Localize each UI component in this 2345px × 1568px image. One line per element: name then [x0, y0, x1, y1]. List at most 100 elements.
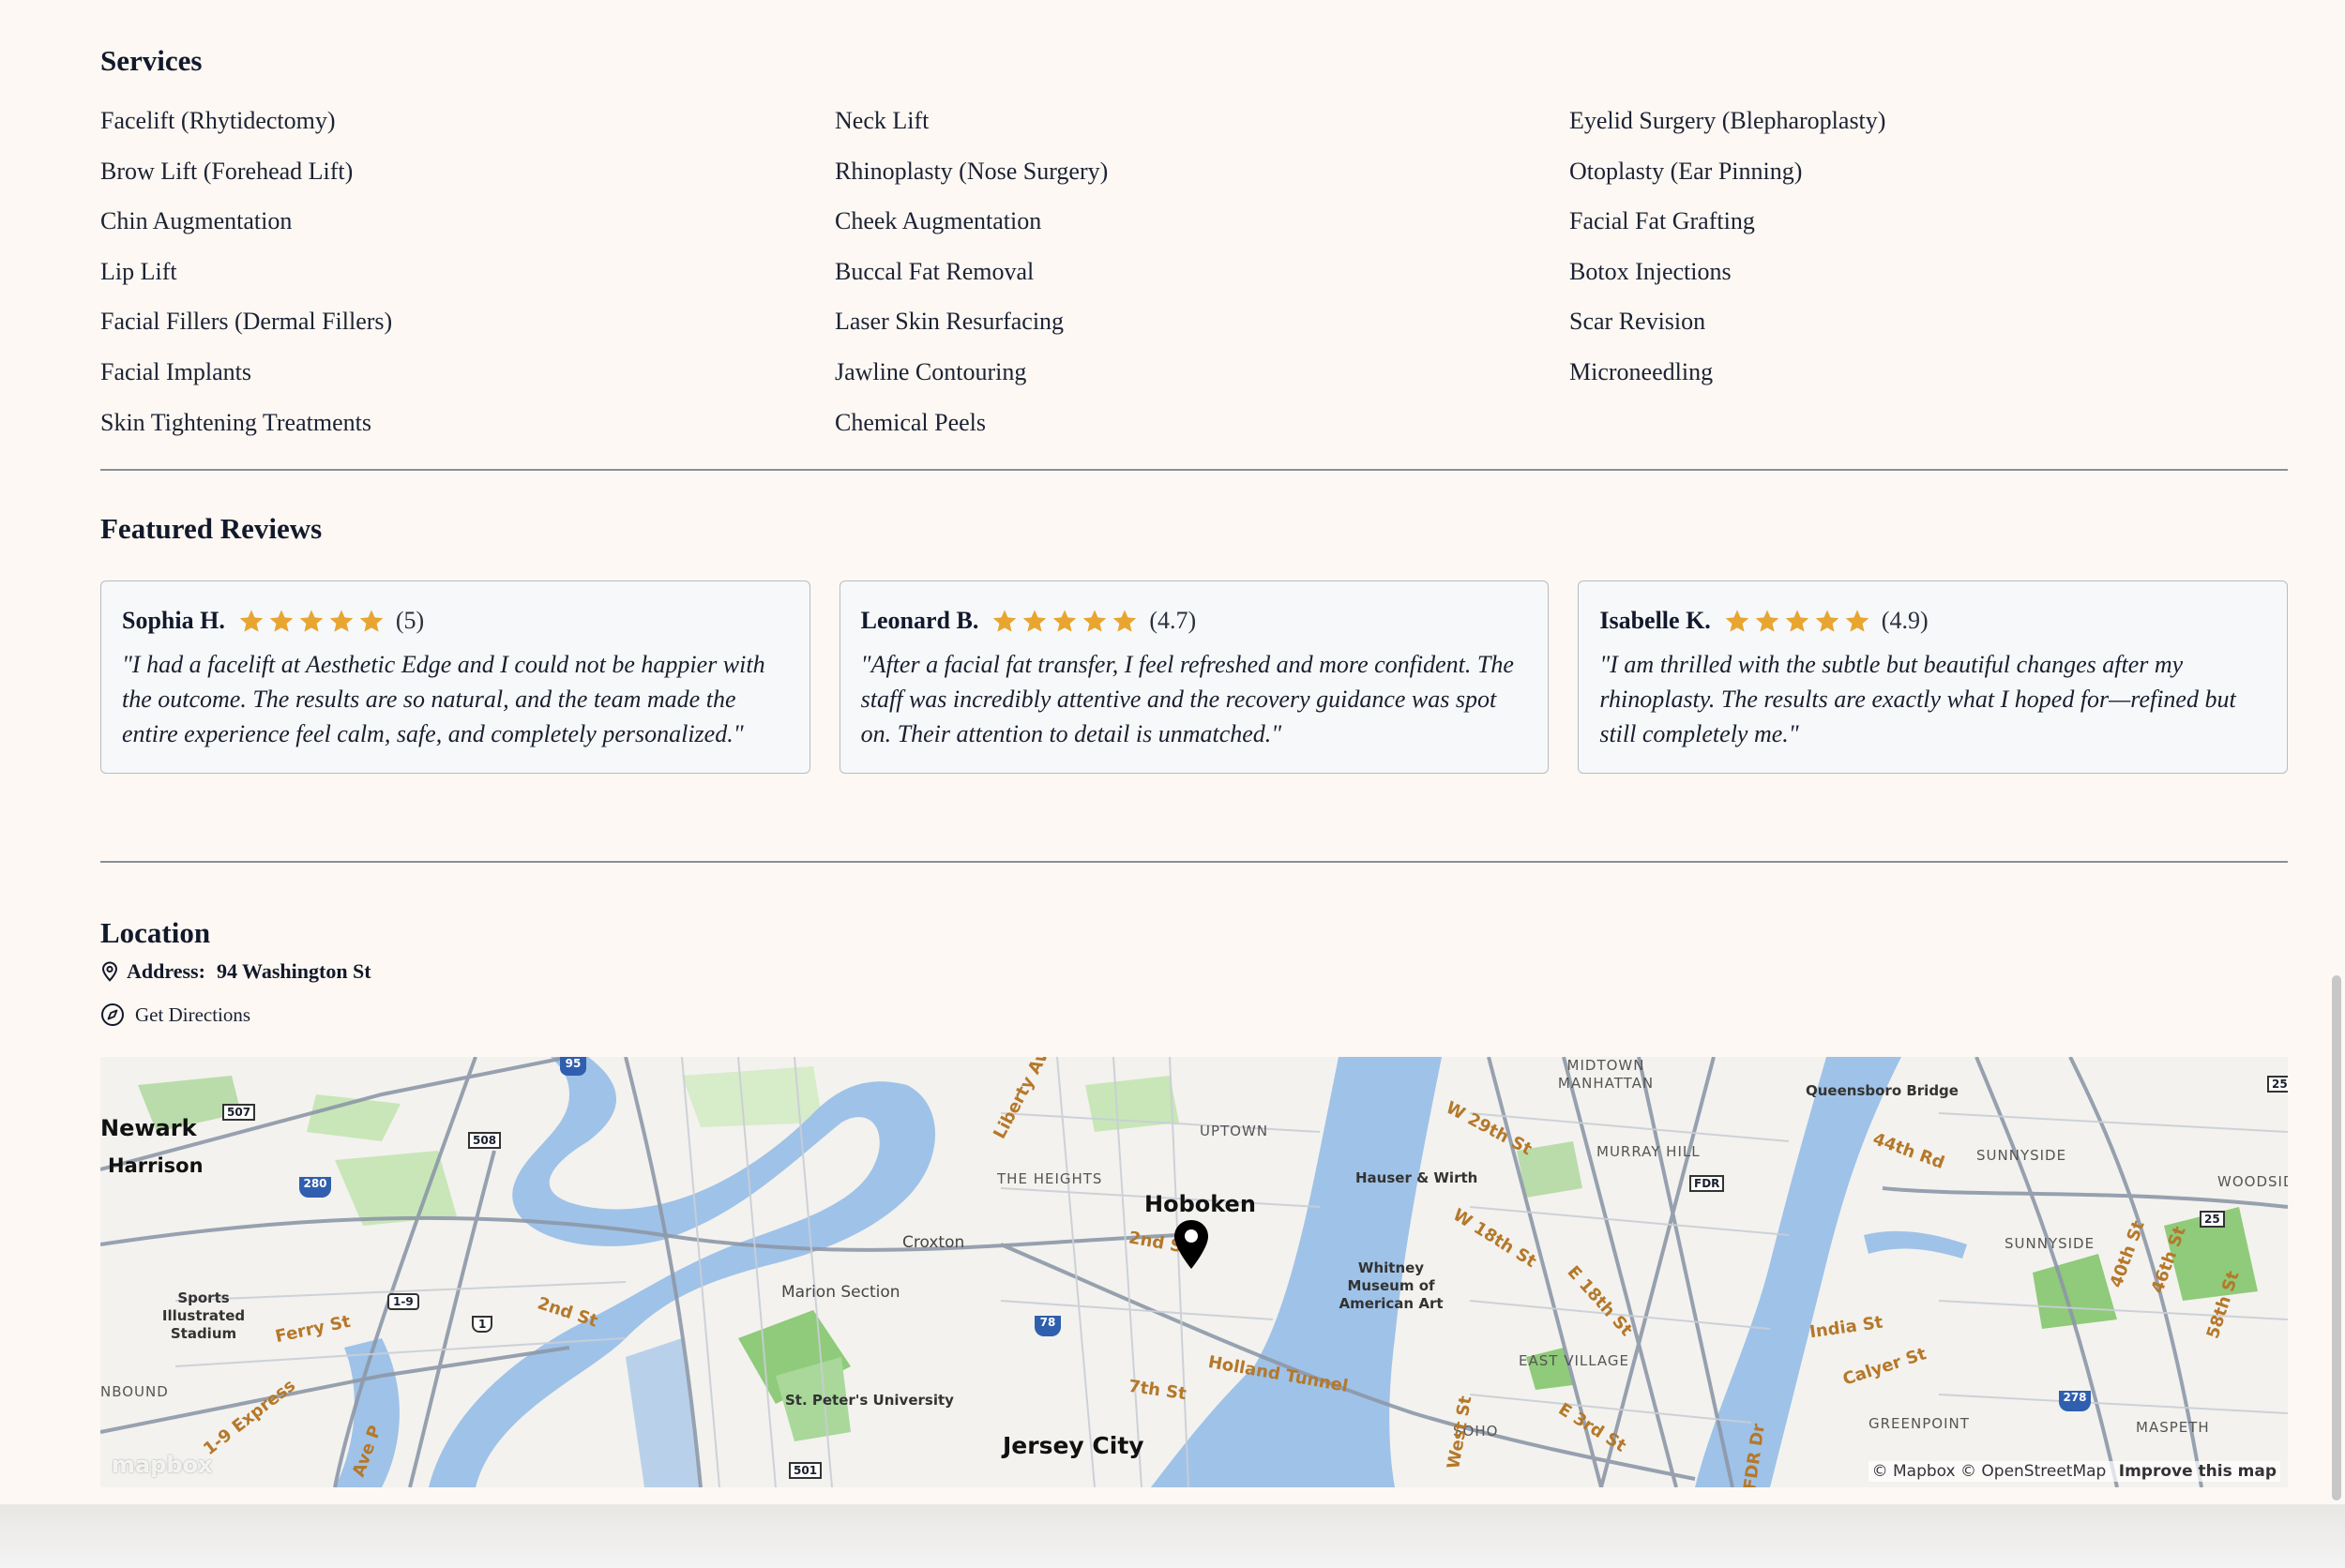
service-item: Chin Augmentation: [100, 207, 293, 235]
rating-value: (5): [395, 607, 425, 634]
reviews-title: Featured Reviews: [100, 512, 323, 545]
get-directions-label: Get Directions: [135, 1003, 251, 1026]
star-icon: [299, 610, 324, 632]
reviewer-name: Isabelle K.: [1599, 607, 1711, 634]
interstate-shield-icon: 78: [1035, 1316, 1061, 1336]
service-item: Cheek Augmentation: [835, 207, 1042, 235]
map-label: Hoboken: [1144, 1191, 1256, 1217]
route-shield-icon: 507: [222, 1104, 256, 1121]
truck-route-shield-icon: 1: [472, 1316, 493, 1333]
map-label: Newark: [100, 1115, 197, 1141]
star-icon: [1053, 610, 1077, 632]
service-item: Rhinoplasty (Nose Surgery): [835, 157, 1109, 185]
star-icon: [1083, 610, 1107, 632]
service-item: Botox Injections: [1569, 257, 1732, 285]
route-shield-icon: FDR: [1689, 1175, 1725, 1192]
compass-icon: [101, 1003, 124, 1026]
rating-value: (4.7): [1149, 607, 1197, 634]
interstate-shield-icon: 280: [299, 1177, 331, 1198]
star-icon: [993, 610, 1017, 632]
map-label: St. Peter's University: [785, 1392, 954, 1409]
map-label: Sports Illustrated Stadium: [161, 1289, 246, 1342]
service-item: Otoplasty (Ear Pinning): [1569, 157, 1803, 185]
map-label: UPTOWN: [1200, 1123, 1269, 1139]
map-label: Queensboro Bridge: [1806, 1082, 1959, 1099]
services-list: Facelift (Rhytidectomy) Neck Lift Eyelid…: [100, 102, 2288, 454]
reviewer-name: Leonard B.: [860, 607, 979, 634]
route-shield-icon: 1-9: [387, 1293, 419, 1310]
location-map[interactable]: Newark Harrison Hoboken Jersey City THE …: [100, 1057, 2288, 1487]
star-icon: [1785, 610, 1809, 632]
service-item: Lip Lift: [100, 257, 177, 285]
service-item: Laser Skin Resurfacing: [835, 308, 1065, 336]
rating-value: (4.9): [1881, 607, 1929, 634]
service-item: Chemical Peels: [835, 408, 987, 436]
service-item: Buccal Fat Removal: [835, 257, 1035, 285]
map-attribution: © Mapbox © OpenStreetMap Improve this ma…: [1868, 1461, 2280, 1482]
location-pin-icon: [101, 961, 118, 982]
service-item: Eyelid Surgery (Blepharoplasty): [1569, 107, 1886, 134]
address-label: Address:: [127, 959, 205, 983]
map-label: SUNNYSIDE: [2005, 1235, 2095, 1252]
star-icon: [359, 610, 384, 632]
review-card: Sophia H. (5) "I had a facelift at Aesth…: [100, 580, 810, 774]
star-rating: [1724, 608, 1870, 634]
service-item: Facial Fillers (Dermal Fillers): [100, 308, 393, 336]
service-item: Scar Revision: [1569, 308, 1706, 336]
star-icon: [329, 610, 354, 632]
review-header: Sophia H. (5): [122, 602, 790, 640]
get-directions-link[interactable]: Get Directions: [100, 1001, 250, 1029]
mapbox-logo[interactable]: mapbox: [112, 1452, 213, 1478]
services-title: Services: [100, 44, 203, 77]
map-label: Croxton: [902, 1233, 965, 1252]
route-shield-icon: 25: [2267, 1076, 2288, 1093]
location-marker-icon[interactable]: [1172, 1218, 1211, 1271]
map-label: GREENPOINT: [1868, 1415, 1970, 1432]
route-shield-icon: 508: [468, 1132, 502, 1149]
star-icon: [1755, 610, 1779, 632]
map-label: Harrison: [108, 1154, 204, 1177]
service-item: Microneedling: [1569, 357, 1714, 385]
address-value: 94 Washington St: [216, 959, 371, 983]
map-label: MIDTOWN MANHATTAN: [1557, 1057, 1655, 1092]
route-shield-icon: 501: [789, 1462, 823, 1479]
star-icon: [1725, 610, 1749, 632]
map-label: Marion Section: [781, 1283, 900, 1302]
service-item: Brow Lift (Forehead Lift): [100, 157, 354, 185]
page-scrollbar[interactable]: [2332, 975, 2341, 1500]
service-item: Facial Fat Grafting: [1569, 207, 1755, 235]
star-rating: [238, 608, 385, 634]
map-label: Hauser & Wirth: [1355, 1169, 1478, 1186]
star-icon: [1815, 610, 1839, 632]
star-icon: [1113, 610, 1137, 632]
map-label: THE HEIGHTS: [997, 1170, 1103, 1187]
map-label: NBOUND: [100, 1383, 169, 1400]
improve-map-link[interactable]: Improve this map: [2119, 1462, 2277, 1481]
review-card: Leonard B. (4.7) "After a facial fat tra…: [839, 580, 1550, 774]
map-label: Jersey City: [1003, 1432, 1144, 1459]
location-title: Location: [100, 916, 211, 949]
review-text: "After a facial fat transfer, I feel ref…: [860, 651, 1514, 747]
review-text: "I had a facelift at Aesthetic Edge and …: [122, 651, 765, 747]
bottom-bar: [0, 1504, 2345, 1568]
review-card: Isabelle K. (4.9) "I am thrilled with th…: [1578, 580, 2289, 774]
route-shield-icon: 25: [2200, 1211, 2225, 1228]
review-text: "I am thrilled with the subtle but beaut…: [1599, 651, 2236, 747]
map-label: EAST VILLAGE: [1519, 1352, 1630, 1369]
map-label: Whitney Museum of American Art: [1339, 1259, 1444, 1312]
star-rating: [991, 608, 1138, 634]
service-item: Facial Implants: [100, 357, 252, 385]
service-item: Neck Lift: [835, 107, 930, 134]
star-icon: [1023, 610, 1047, 632]
interstate-shield-icon: 278: [2059, 1391, 2091, 1411]
section-divider: [100, 469, 2288, 471]
attribution-text[interactable]: © Mapbox © OpenStreetMap: [1872, 1462, 2107, 1481]
review-header: Isabelle K. (4.9): [1599, 602, 2267, 640]
section-divider: [100, 861, 2288, 863]
map-label: MURRAY HILL: [1596, 1143, 1701, 1160]
star-icon: [1845, 610, 1869, 632]
star-icon: [239, 610, 264, 632]
service-item: Jawline Contouring: [835, 357, 1027, 385]
address-row: Address: 94 Washington St: [100, 957, 371, 986]
review-header: Leonard B. (4.7): [861, 602, 1529, 640]
